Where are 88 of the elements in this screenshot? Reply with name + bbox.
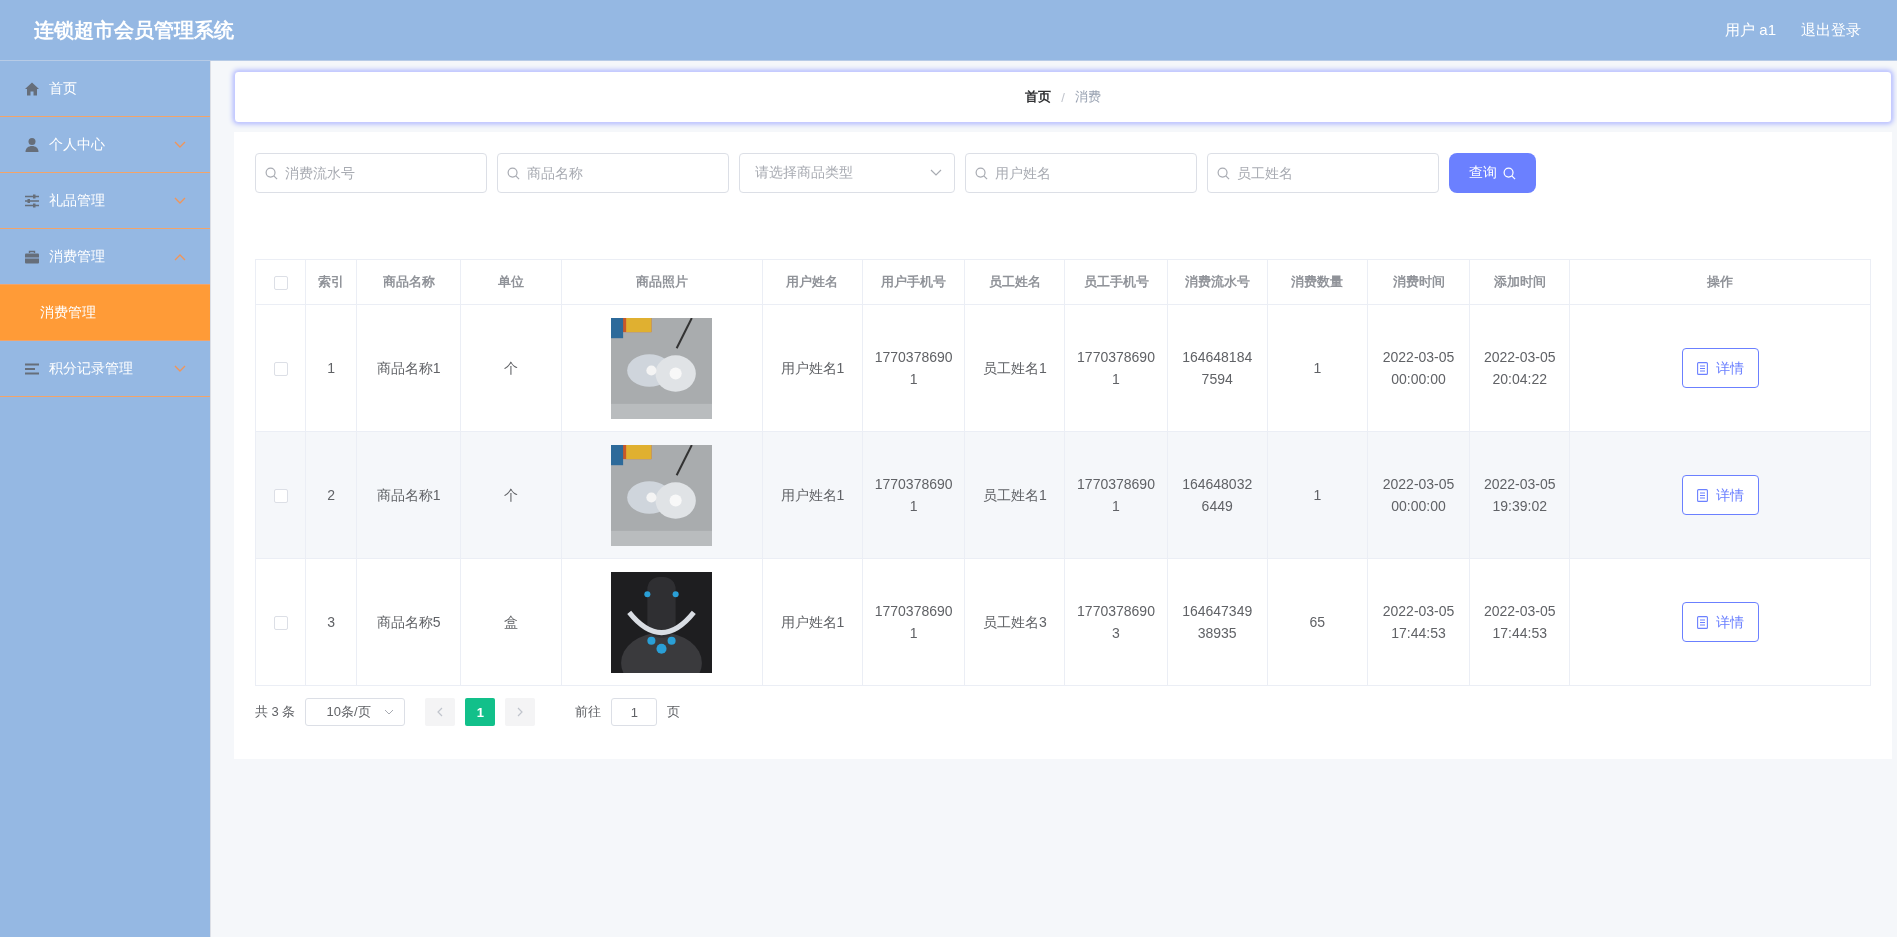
- table-cell: 商品名称1: [376, 360, 441, 376]
- checkbox[interactable]: [273, 489, 288, 504]
- table-cell: 17703786901: [874, 476, 953, 514]
- breadcrumb-separator: /: [1061, 89, 1065, 105]
- table-cell: 员工姓名3: [982, 614, 1047, 630]
- checkbox[interactable]: [273, 275, 288, 290]
- table-cell: 盒: [503, 614, 518, 630]
- column-header: 索引: [318, 274, 345, 289]
- table-cell: 用户姓名1: [780, 614, 845, 630]
- table-cell: 商品名称5: [376, 614, 441, 630]
- table-cell: 用户姓名1: [780, 360, 845, 376]
- total-count: 共 3 条: [255, 703, 296, 721]
- table-cell: 1: [1313, 487, 1322, 503]
- table-cell: 17703786903: [1077, 603, 1155, 641]
- menu-item[interactable]: 积分记录管理: [0, 341, 210, 397]
- column-header: 用户手机号: [881, 274, 947, 289]
- search-icon: [1503, 166, 1516, 180]
- column-header: 操作: [1707, 274, 1734, 289]
- table-cell: 17703786901: [874, 603, 953, 641]
- document-icon: [1696, 488, 1708, 502]
- table-cell: 3: [327, 614, 335, 630]
- table-cell: 员工姓名1: [982, 487, 1047, 503]
- search-field[interactable]: 消费流水号: [255, 153, 487, 193]
- chevron-down-icon: [930, 169, 942, 177]
- table-cell: 2022-03-05 19:39:02: [1483, 476, 1556, 514]
- column-header: 消费时间: [1392, 274, 1445, 289]
- checkbox[interactable]: [273, 616, 288, 631]
- column-header: 商品照片: [635, 274, 688, 289]
- column-header: 员工手机号: [1083, 274, 1149, 289]
- briefcase-icon: [24, 248, 40, 265]
- table-cell: 16464734938935: [1182, 603, 1253, 641]
- page-jump-field[interactable]: 1: [611, 698, 658, 726]
- table-cell: 2022-03-05 17:44:53: [1382, 603, 1455, 641]
- breadcrumb-item: 消费: [1074, 88, 1101, 106]
- column-header: 消费数量: [1291, 274, 1344, 289]
- table-cell: 2022-03-05 20:04:22: [1483, 349, 1556, 387]
- search-field[interactable]: 员工姓名: [1207, 153, 1439, 193]
- home-icon: [24, 80, 40, 97]
- column-header: 员工姓名: [988, 274, 1041, 289]
- document-icon: [1696, 615, 1708, 629]
- chevron-right-icon: [516, 707, 525, 717]
- details-button[interactable]: 详情: [1681, 602, 1759, 642]
- chevron-left-icon: [436, 707, 445, 717]
- search-field[interactable]: 用户姓名: [965, 153, 1197, 193]
- submenu-item[interactable]: 消费管理: [0, 285, 210, 341]
- table-cell: 用户姓名1: [780, 487, 845, 503]
- table-cell: 员工姓名1: [982, 360, 1047, 376]
- checkbox[interactable]: [273, 362, 288, 377]
- column-header: 消费流水号: [1184, 274, 1250, 289]
- person-icon: [24, 136, 40, 153]
- table-cell: 2022-03-05 17:44:53: [1483, 603, 1556, 641]
- table-cell: 17703786901: [1077, 476, 1155, 514]
- sliders-icon: [24, 192, 40, 209]
- table-cell: 2022-03-05 00:00:00: [1382, 349, 1455, 387]
- menu-item[interactable]: 个人中心: [0, 117, 210, 173]
- column-header: 单位: [497, 274, 524, 289]
- app-title: 连锁超市会员管理系统: [34, 17, 235, 43]
- table-cell: 65: [1309, 614, 1326, 630]
- table-cell: 2: [327, 487, 335, 503]
- details-button[interactable]: 详情: [1681, 475, 1759, 515]
- logout-link[interactable]: 退出登录: [1801, 20, 1861, 40]
- jump-label: 前往: [575, 703, 602, 721]
- column-header: 商品名称: [382, 274, 435, 289]
- details-button[interactable]: 详情: [1681, 348, 1759, 388]
- table-cell: 1646481847594: [1182, 349, 1253, 387]
- table-cell: 2022-03-05 00:00:00: [1382, 476, 1455, 514]
- page-suffix: 页: [667, 703, 681, 721]
- document-icon: [1696, 361, 1708, 375]
- table-cell: 1646480326449: [1182, 476, 1253, 514]
- query-button[interactable]: 查询: [1449, 153, 1536, 193]
- table-cell: 商品名称1: [376, 487, 441, 503]
- table-cell: 1: [327, 360, 335, 376]
- table-cell: 17703786901: [874, 349, 953, 387]
- table-cell: 个: [503, 360, 518, 376]
- column-header: 添加时间: [1493, 274, 1546, 289]
- table-cell: 1: [1313, 360, 1322, 376]
- menu-item[interactable]: 首页: [0, 61, 210, 117]
- column-header: 用户姓名: [786, 274, 839, 289]
- table-cell: 17703786901: [1077, 349, 1155, 387]
- type-select[interactable]: 请选择商品类型: [739, 153, 955, 193]
- breadcrumb-item[interactable]: 首页: [1025, 88, 1052, 106]
- page-size-select[interactable]: 10条/页: [305, 698, 406, 726]
- user-name: 用户 a1: [1725, 20, 1776, 40]
- chevron-down-icon: [384, 708, 395, 716]
- page-number[interactable]: 1: [465, 698, 496, 726]
- menu-item[interactable]: 礼品管理: [0, 173, 210, 229]
- search-field[interactable]: 商品名称: [497, 153, 729, 193]
- table-cell: 个: [503, 487, 518, 503]
